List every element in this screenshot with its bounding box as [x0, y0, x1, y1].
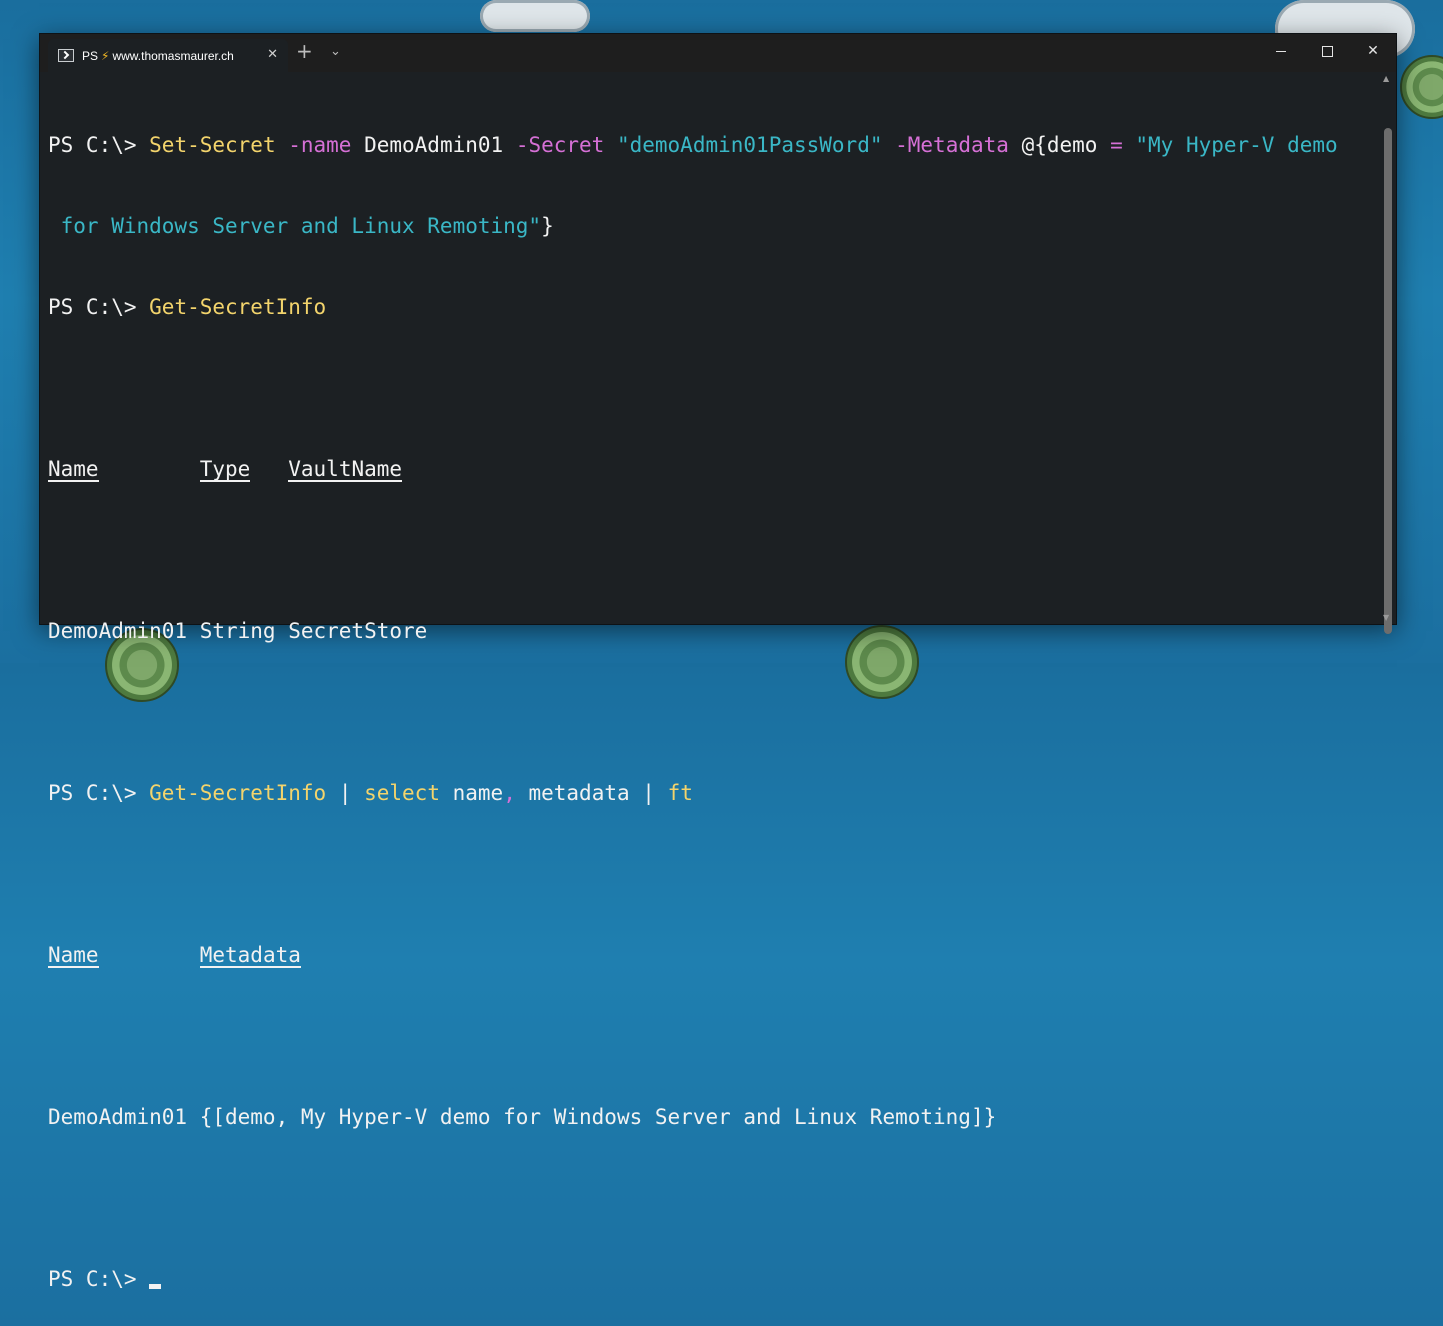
- terminal-window: PS ⚡ www.thomasmaurer.ch ✕ + ⌄ ✕ PS C:\>…: [39, 33, 1397, 1291]
- text-cursor: [149, 1284, 162, 1289]
- tab-title: www.thomasmaurer.ch: [112, 48, 234, 63]
- maximize-icon: [1321, 45, 1333, 57]
- close-button[interactable]: ✕: [1350, 34, 1396, 68]
- new-tab-button[interactable]: +: [296, 41, 313, 61]
- string-literal: "demoAdmin01PassWord": [604, 133, 883, 157]
- lightning-icon: ⚡: [101, 48, 110, 63]
- string-literal: for Windows Server and Linux Remoting": [48, 214, 542, 238]
- command: select: [364, 781, 440, 805]
- column-header: Metadata: [199, 943, 301, 968]
- operator: =: [1097, 133, 1123, 157]
- argument: DemoAdmin01: [351, 133, 504, 157]
- command: Set-Secret: [149, 133, 276, 157]
- scrollbar-thumb[interactable]: [1384, 128, 1392, 634]
- parameter: -Secret: [503, 133, 605, 157]
- command: Get-SecretInfo: [149, 781, 327, 805]
- minimize-button[interactable]: [1258, 34, 1304, 68]
- console-output[interactable]: PS C:\> Set-Secret -name DemoAdmin01 -Se…: [48, 78, 1378, 1291]
- command: ft: [667, 781, 693, 805]
- tab-powershell[interactable]: PS ⚡ www.thomasmaurer.ch ✕: [48, 39, 288, 72]
- column-header: Type: [199, 457, 251, 482]
- tab-prefix: PS: [82, 48, 99, 63]
- column-header: Name: [48, 943, 99, 968]
- prompt: PS C:\>: [48, 133, 150, 157]
- hashtable-open: @{demo: [1008, 133, 1098, 157]
- parameter: -Metadata: [882, 133, 1009, 157]
- console-line: PS C:\> Set-Secret -name DemoAdmin01 -Se…: [48, 132, 1378, 159]
- column-header: VaultName: [288, 457, 403, 482]
- scrollbar[interactable]: ▲ ▼: [1380, 72, 1396, 634]
- pipe: |: [629, 781, 668, 805]
- table-row: DemoAdmin01 {[demo, My Hyper-V demo for …: [48, 1105, 997, 1129]
- table-header: Name Metadata: [48, 942, 1378, 969]
- prompt: PS C:\>: [48, 1267, 150, 1291]
- powershell-icon: [58, 49, 74, 62]
- title-bar[interactable]: PS ⚡ www.thomasmaurer.ch ✕ + ⌄ ✕: [40, 34, 1396, 72]
- column-header: Name: [48, 457, 99, 482]
- command: Get-SecretInfo: [149, 295, 327, 319]
- table-row: DemoAdmin01 String SecretStore: [48, 619, 428, 643]
- maximize-button[interactable]: [1304, 34, 1350, 68]
- desktop-snail-edge: [1400, 55, 1443, 119]
- console-line: PS C:\> Get-SecretInfo | select name, me…: [48, 780, 1378, 807]
- scroll-up-icon[interactable]: ▲: [1383, 74, 1389, 83]
- console-line: for Windows Server and Linux Remoting"}: [48, 213, 1378, 240]
- chevron-down-icon[interactable]: ⌄: [330, 44, 341, 59]
- minimize-icon: [1276, 50, 1286, 52]
- tab-close-icon[interactable]: ✕: [267, 47, 278, 62]
- console-line: PS C:\> Get-SecretInfo: [48, 294, 1378, 321]
- scroll-down-icon[interactable]: ▼: [1383, 613, 1389, 622]
- close-icon: ✕: [1367, 43, 1379, 59]
- pipe: |: [326, 781, 365, 805]
- string-literal: "My Hyper-V demo: [1122, 133, 1338, 157]
- argument: metadata: [515, 781, 630, 805]
- parameter: -name: [275, 133, 352, 157]
- console-line: PS C:\>: [48, 1266, 1378, 1293]
- desktop-cloud-left: [480, 0, 590, 32]
- hashtable-close: }: [541, 214, 554, 238]
- argument: name: [439, 781, 504, 805]
- prompt: PS C:\>: [48, 781, 150, 805]
- comma: ,: [503, 781, 516, 805]
- table-header: Name Type VaultName: [48, 456, 1378, 483]
- prompt: PS C:\>: [48, 295, 150, 319]
